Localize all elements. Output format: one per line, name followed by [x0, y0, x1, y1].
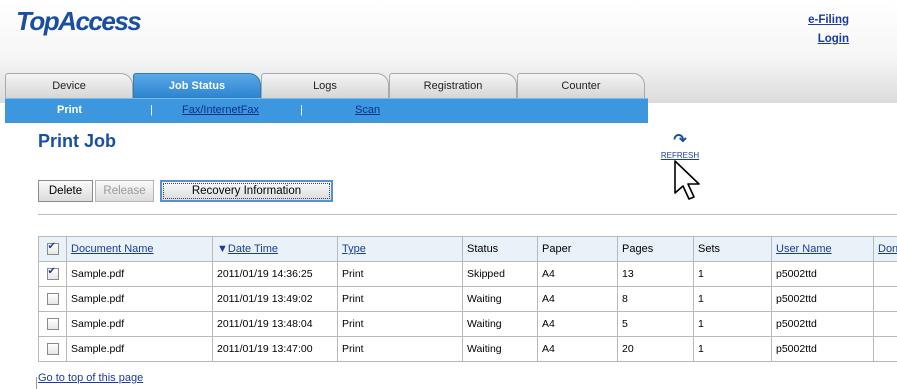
row-checkbox[interactable] — [46, 343, 59, 356]
header-paper: Paper — [537, 236, 618, 262]
document-name-cell: Sample.pdf — [66, 286, 213, 312]
date-time-cell: 2011/01/19 14:36:25 — [212, 261, 338, 287]
paper-cell: A4 — [537, 286, 618, 312]
row-checkbox[interactable] — [46, 293, 59, 306]
go-to-top-link[interactable]: Go to top of this page — [38, 372, 143, 384]
document-name-cell: Sample.pdf — [66, 261, 213, 287]
row-checkbox[interactable] — [46, 266, 59, 281]
header-status: Status — [462, 236, 538, 262]
table-row: Sample.pdf 2011/01/19 13:49:02 Print Wai… — [38, 286, 897, 312]
divider — [38, 214, 897, 215]
recovery-information-button[interactable]: Recovery Information — [160, 180, 333, 202]
pages-cell: 13 — [617, 261, 694, 287]
topaccess-logo: TopAccess — [16, 6, 142, 36]
select-all-checkbox[interactable] — [46, 241, 59, 256]
left-border-line — [36, 377, 37, 389]
mouse-pointer-icon — [674, 160, 700, 200]
type-cell: Print — [337, 286, 463, 312]
top-links: e-Filing Login — [808, 14, 849, 52]
date-time-cell: 2011/01/19 13:48:04 — [212, 311, 338, 337]
refresh-button[interactable]: ↷ REFRESH — [656, 132, 704, 161]
pages-cell: 8 — [617, 286, 694, 312]
user-name-cell: p5002ttd — [771, 286, 874, 312]
tab-job-status[interactable]: Job Status — [133, 73, 261, 98]
done-cell — [873, 261, 897, 287]
row-checkbox[interactable] — [46, 318, 59, 331]
tab-registration[interactable]: Registration — [389, 73, 517, 98]
user-name-cell: p5002ttd — [771, 311, 874, 337]
sets-cell: 1 — [693, 336, 772, 362]
header-date-time[interactable]: ▼Date Time — [212, 236, 338, 262]
document-name-cell: Sample.pdf — [66, 336, 213, 362]
recovery-information-label: Recovery Information — [163, 183, 330, 199]
header-document-name[interactable]: Document Name — [66, 236, 213, 262]
sort-descending-icon: ▼ — [217, 243, 228, 255]
status-cell: Waiting — [462, 286, 538, 312]
done-cell — [873, 311, 897, 337]
sets-cell: 1 — [693, 286, 772, 312]
paper-cell: A4 — [537, 336, 618, 362]
status-cell: Waiting — [462, 336, 538, 362]
header-type[interactable]: Type — [337, 236, 463, 262]
subnav-scan[interactable]: Scan — [355, 104, 380, 116]
header-user-name[interactable]: User Name — [771, 236, 874, 262]
document-name-cell: Sample.pdf — [66, 311, 213, 337]
status-cell: Waiting — [462, 311, 538, 337]
type-cell: Print — [337, 336, 463, 362]
type-cell: Print — [337, 261, 463, 287]
pages-cell: 20 — [617, 336, 694, 362]
table-header-row: Document Name ▼Date Time Type Status Pap… — [38, 236, 897, 262]
paper-cell: A4 — [537, 311, 618, 337]
done-cell — [873, 336, 897, 362]
table-row: Sample.pdf 2011/01/19 13:48:04 Print Wai… — [38, 311, 897, 337]
date-time-cell: 2011/01/19 13:47:00 — [212, 336, 338, 362]
subnav-print[interactable]: Print — [57, 104, 82, 116]
tab-counter[interactable]: Counter — [517, 73, 645, 98]
header-sets: Sets — [693, 236, 772, 262]
done-cell — [873, 286, 897, 312]
subnav-separator: | — [150, 104, 153, 116]
table-row: Sample.pdf 2011/01/19 13:47:00 Print Wai… — [38, 336, 897, 362]
header-pages: Pages — [617, 236, 694, 262]
sets-cell: 1 — [693, 311, 772, 337]
subnav-separator: | — [300, 104, 303, 116]
login-link[interactable]: Login — [808, 33, 849, 45]
status-cell: Skipped — [462, 261, 538, 287]
delete-button[interactable]: Delete — [38, 180, 93, 202]
subnav-fax[interactable]: Fax/InternetFax — [182, 104, 259, 116]
user-name-cell: p5002ttd — [771, 336, 874, 362]
page-title: Print Job — [38, 131, 117, 151]
paper-cell: A4 — [537, 261, 618, 287]
tab-device[interactable]: Device — [5, 73, 133, 98]
efiling-link[interactable]: e-Filing — [808, 14, 849, 26]
print-job-table: Document Name ▼Date Time Type Status Pap… — [38, 236, 897, 362]
table-row: Sample.pdf 2011/01/19 14:36:25 Print Ski… — [38, 261, 897, 287]
release-button[interactable]: Release — [95, 180, 154, 202]
user-name-cell: p5002ttd — [771, 261, 874, 287]
refresh-icon: ↷ — [673, 132, 687, 149]
sets-cell: 1 — [693, 261, 772, 287]
tab-logs[interactable]: Logs — [261, 73, 389, 98]
sub-navigation: Print | Fax/InternetFax | Scan — [5, 98, 648, 123]
type-cell: Print — [337, 311, 463, 337]
header-done[interactable]: Don — [873, 236, 897, 262]
select-all-cell — [38, 236, 67, 262]
date-time-cell: 2011/01/19 13:49:02 — [212, 286, 338, 312]
pages-cell: 5 — [617, 311, 694, 337]
